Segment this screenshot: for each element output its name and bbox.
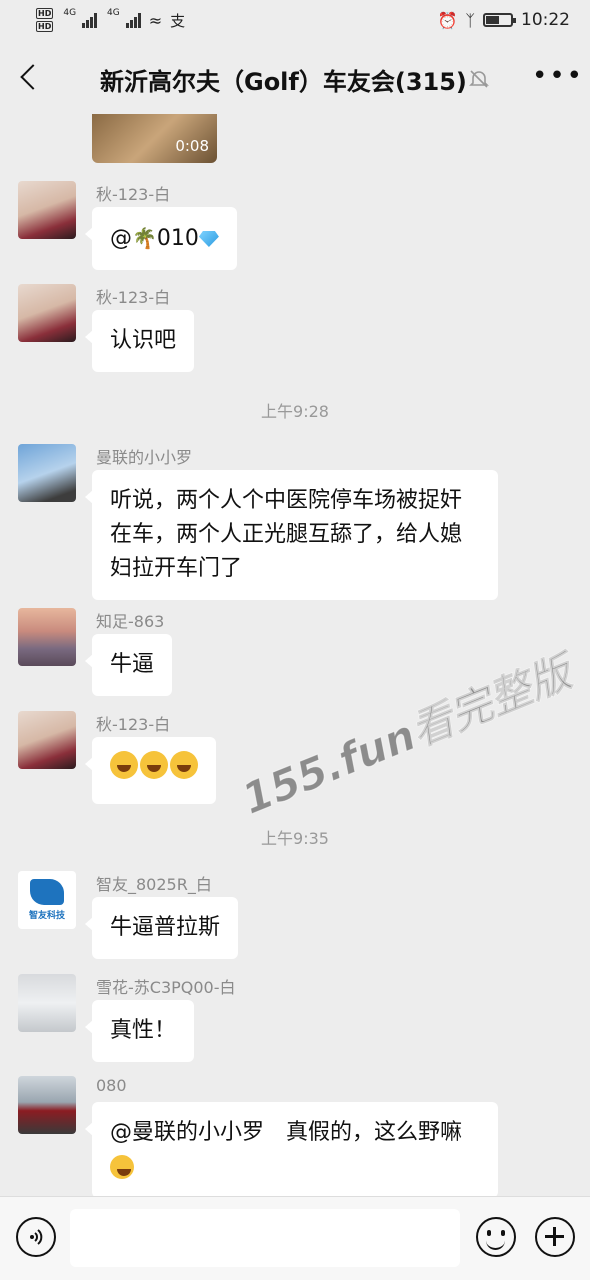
message-bubble[interactable]: 认识吧 [84, 310, 195, 372]
message-text: 牛逼 [110, 652, 155, 677]
message-text: 真性！ [110, 1018, 177, 1043]
signal-icon [82, 12, 98, 28]
mention-prefix: @ [110, 226, 132, 251]
network-type-label: 4G [63, 8, 77, 18]
message-text: 010 [156, 226, 199, 251]
video-duration: 0:08 [175, 137, 209, 155]
clock: 10:22 [521, 10, 570, 30]
laughing-tears-icon [110, 751, 138, 779]
avatar[interactable] [18, 181, 76, 239]
bluetooth-icon: ᛉ [465, 10, 475, 30]
diamond-icon [198, 231, 219, 247]
alipay-icon: 支 [170, 11, 186, 30]
message-text: 牛逼普拉斯 [110, 915, 221, 940]
timestamp: 上午9:35 [261, 829, 329, 848]
avatar[interactable] [18, 444, 76, 502]
laughing-tears-icon [140, 751, 168, 779]
voice-waves-icon [30, 1229, 43, 1245]
message-bubble[interactable]: 听说，两个人个中医院停车场被捉奸在车，两个人正光腿互舔了，给人媳妇拉开车门了 [85, 470, 498, 600]
signal-icon [125, 12, 141, 28]
avatar[interactable] [18, 1076, 76, 1134]
video-message[interactable]: 0:08 [92, 114, 217, 163]
back-chevron-icon[interactable] [18, 62, 46, 92]
voice-icon[interactable] [16, 1217, 56, 1257]
avatar[interactable] [18, 608, 76, 666]
hd-icon: HD [36, 21, 54, 32]
input-bar [0, 1196, 590, 1280]
emoji-row [110, 751, 198, 779]
avatar-logo-text: 智友科技 [28, 911, 65, 921]
message-text: 听说，两个人个中医院停车场被捉奸在车，两个人正光腿互舔了，给人媳妇拉开车门了 [110, 488, 463, 581]
more-dots-icon[interactable]: ••• [532, 63, 584, 89]
palm-tree-icon: 🌴 [132, 226, 157, 250]
sender-name: 秋-123-白 [96, 715, 171, 734]
network-type-label: 4G [107, 8, 120, 18]
hd-icons: HD HD [36, 8, 54, 32]
message-bubble[interactable]: @🌴010 [85, 207, 237, 270]
laughing-tears-icon [170, 751, 198, 779]
status-right: ⏰ ᛉ 10:22 [437, 10, 570, 30]
status-bar: HD HD 4G 4G ≈ 支 ⏰ ᛉ 10:22 [0, 0, 590, 40]
hd-icon: HD [36, 8, 54, 19]
chat-header: 新沂高尔夫（Golf）车友会(315) ••• [0, 40, 590, 114]
message-bubble[interactable] [85, 737, 216, 804]
message-bubble[interactable]: 真性！ [84, 1000, 195, 1062]
alarm-icon: ⏰ [437, 10, 458, 30]
sender-name: 080 [96, 1076, 127, 1095]
sender-name: 雪花-苏C3PQ00-白 [96, 978, 236, 997]
sender-name: 知足-863 [96, 612, 165, 631]
chat-title: 新沂高尔夫（Golf）车友会(315) [100, 68, 467, 96]
wifi-icon: ≈ [148, 10, 163, 30]
battery-icon [483, 13, 516, 27]
avatar[interactable] [18, 974, 76, 1032]
message-bubble[interactable]: @曼联的小小罗 真假的，这么野嘛 [85, 1102, 498, 1196]
sender-name: 秋-123-白 [96, 185, 171, 204]
timestamp: 上午9:28 [261, 402, 329, 421]
laughing-tears-icon [110, 1155, 134, 1179]
message-input[interactable] [70, 1209, 460, 1267]
avatar[interactable] [18, 284, 76, 342]
company-logo-icon [30, 879, 64, 905]
emoji-icon[interactable] [476, 1217, 516, 1257]
message-bubble[interactable]: 牛逼普拉斯 [84, 897, 239, 959]
sender-name: 秋-123-白 [96, 288, 171, 307]
sender-name: 智友_8025R_白 [96, 875, 212, 894]
sender-name: 曼联的小小罗 [96, 448, 193, 467]
bell-muted-icon [469, 70, 489, 88]
message-text: 认识吧 [110, 328, 177, 353]
network-indicators: HD HD 4G 4G ≈ 支 [36, 8, 185, 32]
chat-area[interactable]: 0:08 秋-123-白 @🌴010 秋-123-白 认识吧 上午9:28 曼联… [0, 114, 590, 1196]
message-text: @曼联的小小罗 真假的，这么野嘛 [110, 1120, 463, 1145]
avatar[interactable]: 智友科技 [18, 871, 76, 929]
message-bubble[interactable]: 牛逼 [84, 634, 173, 696]
avatar[interactable] [18, 711, 76, 769]
plus-icon[interactable] [535, 1217, 575, 1257]
